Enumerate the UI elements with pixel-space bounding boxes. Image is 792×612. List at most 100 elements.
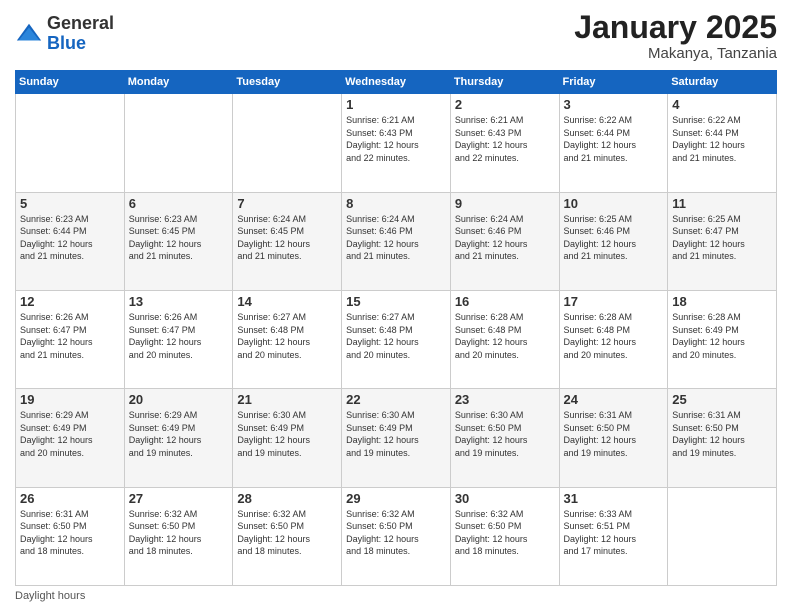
calendar-cell: 21 Sunrise: 6:30 AM Sunset: 6:49 PM Dayli… (233, 389, 342, 487)
calendar-weekday-friday: Friday (559, 71, 668, 94)
day-info: Sunrise: 6:24 AM Sunset: 6:45 PM Dayligh… (237, 213, 337, 263)
location: Makanya, Tanzania (574, 45, 777, 62)
calendar-cell: 11 Sunrise: 6:25 AM Sunset: 6:47 PM Dayli… (668, 192, 777, 290)
day-info: Sunrise: 6:25 AM Sunset: 6:47 PM Dayligh… (672, 213, 772, 263)
calendar-cell: 29Sunrise: 6:32 AM Sunset: 6:50 PM Dayli… (342, 487, 451, 585)
day-info: Sunrise: 6:26 AM Sunset: 6:47 PM Dayligh… (129, 311, 229, 361)
calendar-cell: 13 Sunrise: 6:26 AM Sunset: 6:47 PM Dayli… (124, 290, 233, 388)
day-info: Sunrise: 6:26 AM Sunset: 6:47 PM Dayligh… (20, 311, 120, 361)
day-number: 12 (20, 294, 120, 309)
day-number: 28 (237, 491, 337, 506)
calendar-cell: 5 Sunrise: 6:23 AM Sunset: 6:44 PM Daylig… (16, 192, 125, 290)
day-info: Sunrise: 6:25 AM Sunset: 6:46 PM Dayligh… (564, 213, 664, 263)
calendar-cell: 25 Sunrise: 6:31 AM Sunset: 6:50 PM Dayli… (668, 389, 777, 487)
day-number: 19 (20, 392, 120, 407)
day-number: 14 (237, 294, 337, 309)
day-number: 25 (672, 392, 772, 407)
calendar-cell: 2Sunrise: 6:21 AM Sunset: 6:43 PM Daylig… (450, 94, 559, 192)
calendar-cell: 18 Sunrise: 6:28 AM Sunset: 6:49 PM Dayli… (668, 290, 777, 388)
calendar-cell: 27 Sunrise: 6:32 AM Sunset: 6:50 PM Dayli… (124, 487, 233, 585)
logo-general: General (47, 13, 114, 33)
day-info: Sunrise: 6:21 AM Sunset: 6:43 PM Dayligh… (455, 114, 555, 164)
calendar-cell: 15 Sunrise: 6:27 AM Sunset: 6:48 PM Dayli… (342, 290, 451, 388)
day-info: Sunrise: 6:28 AM Sunset: 6:48 PM Dayligh… (564, 311, 664, 361)
day-info: Sunrise: 6:33 AM Sunset: 6:51 PM Dayligh… (564, 508, 664, 558)
title-block: January 2025 Makanya, Tanzania (574, 10, 777, 62)
day-number: 20 (129, 392, 229, 407)
calendar-cell: 23Sunrise: 6:30 AM Sunset: 6:50 PM Dayli… (450, 389, 559, 487)
day-info: Sunrise: 6:29 AM Sunset: 6:49 PM Dayligh… (129, 409, 229, 459)
day-number: 17 (564, 294, 664, 309)
day-info: Sunrise: 6:31 AM Sunset: 6:50 PM Dayligh… (672, 409, 772, 459)
day-number: 24 (564, 392, 664, 407)
day-number: 16 (455, 294, 555, 309)
day-number: 30 (455, 491, 555, 506)
calendar-cell: 12 Sunrise: 6:26 AM Sunset: 6:47 PM Dayli… (16, 290, 125, 388)
calendar-weekday-monday: Monday (124, 71, 233, 94)
day-info: Sunrise: 6:24 AM Sunset: 6:46 PM Dayligh… (455, 213, 555, 263)
calendar-cell: 31Sunrise: 6:33 AM Sunset: 6:51 PM Dayli… (559, 487, 668, 585)
day-info: Sunrise: 6:22 AM Sunset: 6:44 PM Dayligh… (564, 114, 664, 164)
day-number: 27 (129, 491, 229, 506)
calendar-cell: 30 Sunrise: 6:32 AM Sunset: 6:50 PM Dayli… (450, 487, 559, 585)
calendar-cell: 14 Sunrise: 6:27 AM Sunset: 6:48 PM Dayli… (233, 290, 342, 388)
day-number: 11 (672, 196, 772, 211)
calendar-cell: 8Sunrise: 6:24 AM Sunset: 6:46 PM Daylig… (342, 192, 451, 290)
calendar-week-3: 12 Sunrise: 6:26 AM Sunset: 6:47 PM Dayli… (16, 290, 777, 388)
calendar-cell (124, 94, 233, 192)
day-number: 13 (129, 294, 229, 309)
day-info: Sunrise: 6:31 AM Sunset: 6:50 PM Dayligh… (20, 508, 120, 558)
day-number: 22 (346, 392, 446, 407)
calendar-weekday-thursday: Thursday (450, 71, 559, 94)
logo-text: General Blue (47, 14, 114, 54)
day-info: Sunrise: 6:27 AM Sunset: 6:48 PM Dayligh… (237, 311, 337, 361)
day-info: Sunrise: 6:32 AM Sunset: 6:50 PM Dayligh… (346, 508, 446, 558)
calendar-cell: 28 Sunrise: 6:32 AM Sunset: 6:50 PM Dayli… (233, 487, 342, 585)
day-number: 9 (455, 196, 555, 211)
calendar-cell: 24Sunrise: 6:31 AM Sunset: 6:50 PM Dayli… (559, 389, 668, 487)
day-info: Sunrise: 6:23 AM Sunset: 6:45 PM Dayligh… (129, 213, 229, 263)
calendar-weekday-saturday: Saturday (668, 71, 777, 94)
day-number: 15 (346, 294, 446, 309)
day-info: Sunrise: 6:32 AM Sunset: 6:50 PM Dayligh… (455, 508, 555, 558)
calendar-cell: 16Sunrise: 6:28 AM Sunset: 6:48 PM Dayli… (450, 290, 559, 388)
day-info: Sunrise: 6:30 AM Sunset: 6:50 PM Dayligh… (455, 409, 555, 459)
day-info: Sunrise: 6:28 AM Sunset: 6:49 PM Dayligh… (672, 311, 772, 361)
calendar-cell: 20 Sunrise: 6:29 AM Sunset: 6:49 PM Dayli… (124, 389, 233, 487)
day-number: 26 (20, 491, 120, 506)
calendar-cell: 10 Sunrise: 6:25 AM Sunset: 6:46 PM Dayli… (559, 192, 668, 290)
logo-icon (15, 20, 43, 48)
calendar-header-row: SundayMondayTuesdayWednesdayThursdayFrid… (16, 71, 777, 94)
day-number: 6 (129, 196, 229, 211)
calendar-weekday-sunday: Sunday (16, 71, 125, 94)
calendar-cell (16, 94, 125, 192)
day-info: Sunrise: 6:27 AM Sunset: 6:48 PM Dayligh… (346, 311, 446, 361)
day-info: Sunrise: 6:32 AM Sunset: 6:50 PM Dayligh… (129, 508, 229, 558)
calendar-weekday-tuesday: Tuesday (233, 71, 342, 94)
day-number: 5 (20, 196, 120, 211)
calendar-cell: 17 Sunrise: 6:28 AM Sunset: 6:48 PM Dayli… (559, 290, 668, 388)
day-info: Sunrise: 6:29 AM Sunset: 6:49 PM Dayligh… (20, 409, 120, 459)
calendar-cell: 1Sunrise: 6:21 AM Sunset: 6:43 PM Daylig… (342, 94, 451, 192)
calendar-weekday-wednesday: Wednesday (342, 71, 451, 94)
day-info: Sunrise: 6:22 AM Sunset: 6:44 PM Dayligh… (672, 114, 772, 164)
day-number: 21 (237, 392, 337, 407)
day-info: Sunrise: 6:23 AM Sunset: 6:44 PM Dayligh… (20, 213, 120, 263)
day-info: Sunrise: 6:30 AM Sunset: 6:49 PM Dayligh… (237, 409, 337, 459)
day-number: 10 (564, 196, 664, 211)
footer: Daylight hours (15, 590, 777, 602)
daylight-label: Daylight hours (15, 590, 85, 602)
day-number: 8 (346, 196, 446, 211)
calendar-cell: 6 Sunrise: 6:23 AM Sunset: 6:45 PM Daylig… (124, 192, 233, 290)
logo: General Blue (15, 14, 114, 54)
calendar-week-2: 5 Sunrise: 6:23 AM Sunset: 6:44 PM Daylig… (16, 192, 777, 290)
calendar-cell: 26 Sunrise: 6:31 AM Sunset: 6:50 PM Dayli… (16, 487, 125, 585)
day-number: 18 (672, 294, 772, 309)
page: General Blue January 2025 Makanya, Tanza… (0, 0, 792, 612)
header: General Blue January 2025 Makanya, Tanza… (15, 10, 777, 62)
calendar-table: SundayMondayTuesdayWednesdayThursdayFrid… (15, 70, 777, 586)
day-info: Sunrise: 6:32 AM Sunset: 6:50 PM Dayligh… (237, 508, 337, 558)
day-number: 3 (564, 97, 664, 112)
calendar-week-1: 1Sunrise: 6:21 AM Sunset: 6:43 PM Daylig… (16, 94, 777, 192)
calendar-cell (233, 94, 342, 192)
